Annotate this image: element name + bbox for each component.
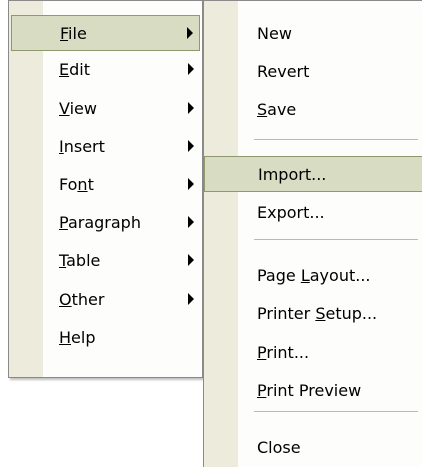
- menu-item-insert[interactable]: Insert: [11, 128, 200, 164]
- menu-item-table[interactable]: Table: [11, 242, 200, 278]
- menu-item-close[interactable]: Close: [206, 429, 421, 465]
- menu-separator: [254, 411, 418, 412]
- menu-item-label: View: [59, 99, 97, 118]
- label-text: Import...: [258, 164, 327, 184]
- accelerator-key: V: [59, 98, 70, 118]
- menu-item-label: Import...: [258, 165, 326, 184]
- menu-item-label: Revert: [257, 62, 309, 81]
- submenu-arrow-icon: [187, 27, 193, 39]
- menu-item-label: File: [60, 24, 87, 43]
- accelerator-key: F: [60, 23, 69, 43]
- menu-item-font[interactable]: Font: [11, 166, 200, 202]
- menu-item-other[interactable]: Other: [11, 281, 200, 317]
- menu-item-label: Help: [59, 328, 95, 347]
- submenu-arrow-icon: [188, 293, 194, 305]
- label-text: Close: [257, 437, 301, 457]
- label-text: ayout...: [309, 265, 371, 285]
- label-text: Printer: [257, 303, 316, 323]
- label-text: Fo: [59, 174, 78, 194]
- menu-separator: [254, 139, 418, 140]
- menu-item-label: Print Preview: [257, 381, 361, 400]
- menu-item-page-layout[interactable]: Page Layout...: [206, 257, 421, 293]
- menu-item-new[interactable]: New: [206, 15, 421, 51]
- main-menu: File Edit View Insert Font Paragraph Table Othe…: [8, 0, 203, 378]
- submenu-arrow-icon: [188, 216, 194, 228]
- menu-item-print[interactable]: Print...: [206, 334, 421, 370]
- menu-item-printer-setup[interactable]: Printer Setup...: [206, 295, 421, 331]
- file-submenu: New Revert Save Import... Export... Page Layo…: [203, 0, 422, 467]
- submenu-arrow-icon: [188, 254, 194, 266]
- menu-item-file[interactable]: File: [11, 15, 200, 51]
- menu-item-label: Other: [59, 290, 104, 309]
- menu-item-view[interactable]: View: [11, 90, 200, 126]
- label-text: New: [257, 23, 292, 43]
- accelerator-key: E: [59, 59, 70, 79]
- menu-item-label: Paragraph: [59, 213, 141, 232]
- label-text: elp: [71, 327, 96, 347]
- menu-item-label: Edit: [59, 60, 90, 79]
- accelerator-key: L: [300, 265, 310, 285]
- accelerator-key: O: [59, 289, 72, 309]
- menu-item-edit[interactable]: Edit: [11, 51, 200, 87]
- label-text: ile: [68, 23, 87, 43]
- menu-item-label: Export...: [257, 203, 325, 222]
- menu-item-label: Print...: [257, 343, 309, 362]
- menu-item-label: Printer Setup...: [257, 304, 377, 323]
- label-text: Revert: [257, 61, 310, 81]
- submenu-arrow-icon: [188, 63, 194, 75]
- accelerator-key: P: [257, 342, 267, 362]
- label-text: Page: [257, 265, 301, 285]
- menu-item-label: Page Layout...: [257, 266, 370, 285]
- menu-item-label: Table: [59, 251, 100, 270]
- menu-item-help[interactable]: Help: [11, 319, 200, 355]
- accelerator-key: P: [257, 380, 267, 400]
- label-text: iew: [69, 98, 97, 118]
- accelerator-key: S: [257, 99, 268, 119]
- menu-item-label: Save: [257, 100, 296, 119]
- menu-item-label: New: [257, 24, 292, 43]
- accelerator-key: P: [59, 212, 68, 232]
- label-text: rint Preview: [266, 380, 362, 400]
- label-text: aragraph: [67, 212, 141, 232]
- menu-item-import[interactable]: Import...: [204, 156, 422, 192]
- label-text: nsert: [63, 136, 105, 156]
- menu-item-label: Font: [59, 175, 94, 194]
- menu-item-print-preview[interactable]: Print Preview: [206, 372, 421, 408]
- accelerator-key: S: [315, 303, 326, 323]
- label-text: ther: [71, 289, 105, 309]
- label-text: Export...: [257, 202, 325, 222]
- label-text: ave: [267, 99, 297, 119]
- submenu-arrow-icon: [188, 178, 194, 190]
- menu-item-label: Close: [257, 438, 301, 457]
- label-text: able: [66, 250, 101, 270]
- label-text: dit: [69, 59, 90, 79]
- accelerator-key: n: [77, 174, 88, 194]
- menu-item-revert[interactable]: Revert: [206, 53, 421, 89]
- menu-item-save[interactable]: Save: [206, 91, 421, 127]
- menu-item-label: Insert: [59, 137, 105, 156]
- menu-separator: [254, 239, 418, 240]
- label-text: t: [87, 174, 94, 194]
- menu-item-export[interactable]: Export...: [206, 194, 421, 230]
- label-text: etup...: [325, 303, 378, 323]
- label-text: rint...: [266, 342, 310, 362]
- submenu-arrow-icon: [188, 140, 194, 152]
- menu-item-paragraph[interactable]: Paragraph: [11, 204, 200, 240]
- accelerator-key: H: [59, 327, 72, 347]
- submenu-arrow-icon: [188, 102, 194, 114]
